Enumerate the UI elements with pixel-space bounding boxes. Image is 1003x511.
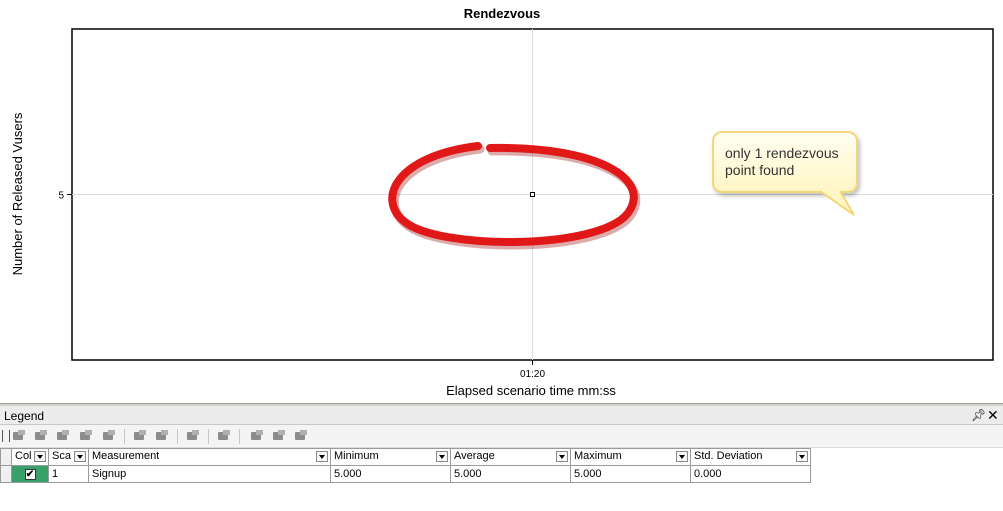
std-deviation-cell: 0.000 <box>690 465 811 483</box>
column-header-measurement[interactable]: Measurement <box>88 448 331 466</box>
minimum-cell: 5.000 <box>330 465 451 483</box>
pin-icon[interactable]: 📌︎ <box>971 408 986 422</box>
chart-area: Rendezvous 01:20 5 Number of Released Vus… <box>0 0 1003 404</box>
chevron-down-icon[interactable] <box>34 451 46 462</box>
close-icon[interactable]: ✕ <box>987 407 999 424</box>
legend-header-row: Col Sca Measurement Minimum Average Maxi… <box>0 448 811 466</box>
add-measurement-icon[interactable] <box>11 429 27 443</box>
chevron-down-icon[interactable] <box>556 451 568 462</box>
column-header-color[interactable]: Col <box>11 448 49 466</box>
auto-correlate-icon[interactable] <box>216 429 232 443</box>
average-cell: 5.000 <box>450 465 571 483</box>
grid-menu-icon[interactable] <box>2 430 10 442</box>
row-selector[interactable] <box>0 465 12 483</box>
chevron-down-icon[interactable] <box>796 451 808 462</box>
column-header-scale[interactable]: Sca <box>48 448 89 466</box>
table-row[interactable]: ✔ 1 Signup 5.000 5.000 5.000 0.000 <box>0 465 811 483</box>
series-color-cell[interactable]: ✔ <box>11 465 49 483</box>
y-axis-label: Number of Released Vusers <box>10 112 25 275</box>
delete-measurement-icon[interactable] <box>33 429 49 443</box>
chevron-down-icon[interactable] <box>316 451 328 462</box>
legend-title: Legend <box>4 409 45 423</box>
legend-toolbar <box>0 425 1003 448</box>
scale-cell: 1 <box>48 465 89 483</box>
x-tick-label: 01:20 <box>520 369 545 380</box>
callout-line-2: point found <box>725 162 795 178</box>
data-points <box>530 192 535 197</box>
show-all-icon[interactable] <box>185 429 201 443</box>
export-icon[interactable] <box>293 429 309 443</box>
chevron-down-icon[interactable] <box>676 451 688 462</box>
column-header-average[interactable]: Average <box>450 448 571 466</box>
hide-selected-icon[interactable] <box>154 429 170 443</box>
column-header-std-deviation[interactable]: Std. Deviation <box>690 448 811 466</box>
column-header-maximum[interactable]: Maximum <box>570 448 691 466</box>
paste-icon[interactable] <box>271 429 287 443</box>
callout-line-1: only 1 rendezvous <box>725 145 839 161</box>
link-icon[interactable] <box>78 429 94 443</box>
legend-table: Col Sca Measurement Minimum Average Maxi… <box>0 448 811 483</box>
data-point[interactable] <box>530 192 535 197</box>
copy-icon[interactable] <box>249 429 265 443</box>
chevron-down-icon[interactable] <box>74 451 86 462</box>
chevron-down-icon[interactable] <box>436 451 448 462</box>
annotation-callout: only 1 rendezvous point found <box>712 131 858 193</box>
legend-header: Legend 📌︎ ✕ <box>0 406 1003 425</box>
column-header-minimum[interactable]: Minimum <box>330 448 451 466</box>
y-tick-label: 5 <box>58 191 64 202</box>
measurement-cell: Signup <box>88 465 331 483</box>
filter-icon[interactable] <box>101 429 117 443</box>
row-selector-header <box>0 448 12 466</box>
x-axis-label: Elapsed scenario time mm:ss <box>446 383 616 398</box>
configure-icon[interactable] <box>55 429 71 443</box>
visibility-checkbox[interactable]: ✔ <box>24 468 36 480</box>
show-only-selected-icon[interactable] <box>132 429 148 443</box>
callout-tail <box>819 189 855 216</box>
maximum-cell: 5.000 <box>570 465 691 483</box>
chart-title: Rendezvous <box>464 6 541 21</box>
